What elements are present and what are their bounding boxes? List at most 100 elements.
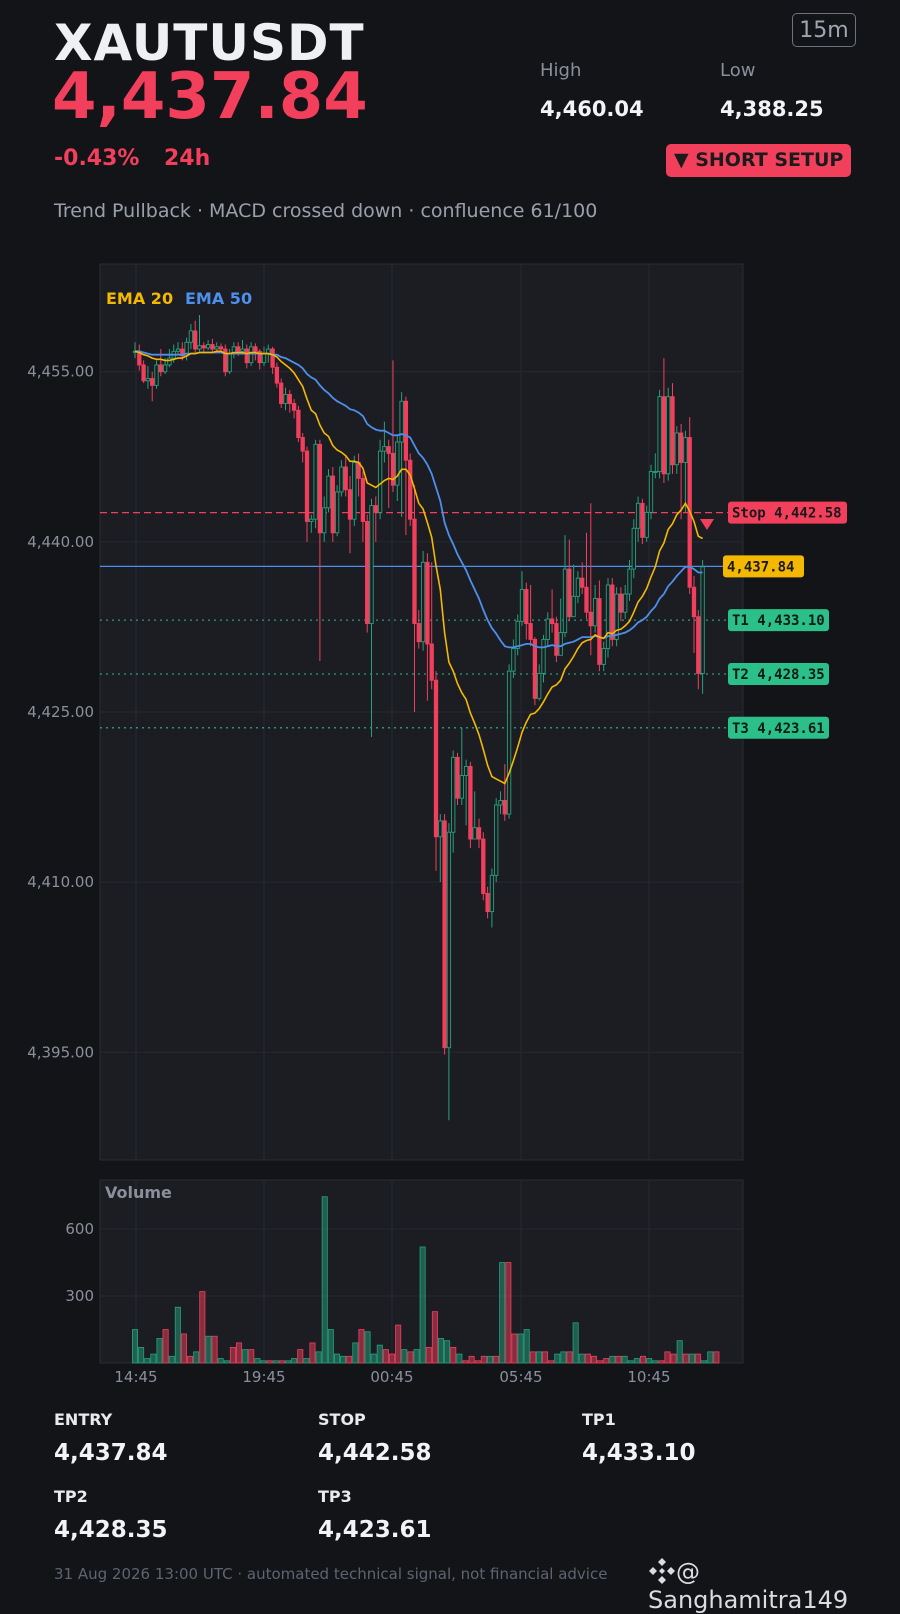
volume-bar — [621, 1355, 628, 1364]
bear-candle — [158, 364, 163, 373]
bear-candle — [403, 400, 409, 461]
entry-value: 4,437.84 — [54, 1440, 168, 1466]
bull-candle — [562, 568, 568, 634]
volume-bar — [566, 1351, 573, 1364]
bull-candle — [261, 353, 267, 364]
bear-candle — [610, 584, 615, 640]
volume-bar — [395, 1324, 402, 1364]
volume-bar — [138, 1346, 145, 1364]
volume-y-tick-label: 300 — [65, 1287, 94, 1305]
volume-bar — [321, 1196, 328, 1364]
bear-candle — [416, 623, 421, 643]
volume-bar — [242, 1349, 249, 1364]
bull-candle — [382, 446, 387, 452]
volume-bar — [352, 1342, 359, 1364]
tp2-value: 4,428.35 — [54, 1517, 168, 1543]
bear-candle — [317, 443, 323, 534]
bear-candle — [618, 593, 624, 613]
price-y-axis: 4,455.00 4,440.00 4,425.00 4,410.00 4,395.00 — [27, 363, 94, 1062]
bull-candle — [214, 346, 219, 350]
volume-bar — [260, 1360, 267, 1364]
bear-candle — [588, 611, 593, 627]
bull-candle — [648, 471, 654, 513]
bull-candle — [463, 765, 469, 776]
volume-bar — [431, 1311, 438, 1364]
bear-candle — [373, 505, 378, 513]
bull-candle — [644, 511, 649, 538]
bear-candle — [304, 450, 310, 522]
bull-candle — [283, 393, 288, 404]
time-tick-label: 19:45 — [242, 1368, 285, 1385]
tp3-value: 4,423.61 — [318, 1517, 432, 1543]
bull-candle — [519, 589, 525, 622]
bear-candle — [485, 893, 490, 913]
time-tick-label: 05:45 — [499, 1368, 542, 1385]
time-axis: 14:45 19:45 00:45 05:45 10:45 — [114, 1368, 670, 1385]
bear-candle — [696, 616, 701, 674]
bull-candle — [154, 364, 159, 386]
timeframe-button[interactable]: 15m — [792, 13, 856, 47]
high-value: 4,460.04 — [540, 97, 644, 121]
bull-candle — [537, 672, 542, 699]
volume-bar — [156, 1338, 163, 1364]
bull-candle — [377, 450, 383, 513]
bear-candle — [476, 827, 482, 840]
volume-bar — [633, 1358, 640, 1364]
volume-bar — [529, 1351, 536, 1364]
bull-candle — [511, 648, 516, 672]
volume-y-axis: 600 300 — [65, 1220, 94, 1305]
bear-candle — [691, 586, 697, 618]
bear-candle — [343, 466, 348, 491]
bull-candle — [515, 620, 520, 649]
bear-candle — [580, 577, 585, 588]
bear-candle — [386, 446, 391, 454]
bear-candle — [640, 502, 645, 538]
bull-candle — [541, 638, 546, 674]
bull-candle — [205, 344, 211, 349]
price-y-tick-label: 4,425.00 — [27, 703, 94, 721]
volume-bar — [615, 1355, 622, 1364]
volume-bar — [560, 1351, 567, 1364]
bear-candle — [210, 344, 215, 350]
bull-candle — [614, 593, 619, 640]
volume-bar — [450, 1346, 457, 1364]
volume-bar — [695, 1353, 702, 1364]
volume-bar — [229, 1346, 236, 1364]
volume-bar — [284, 1360, 291, 1364]
bull-candle — [188, 330, 194, 343]
bear-candle — [347, 489, 353, 520]
volume-bar — [603, 1358, 610, 1364]
volume-bar — [462, 1360, 469, 1364]
bear-candle — [390, 452, 396, 486]
bear-candle — [279, 382, 284, 404]
volume-bar — [523, 1329, 530, 1364]
current-price: 4,437.84 — [52, 60, 368, 134]
bull-candle — [623, 593, 628, 613]
volume-bar — [333, 1353, 340, 1364]
volume-bar — [223, 1360, 230, 1364]
volume-bar — [639, 1355, 646, 1364]
volume-bar — [327, 1329, 334, 1364]
price-change: -0.43% — [54, 146, 140, 171]
volume-bar — [707, 1351, 714, 1364]
bear-candle — [502, 800, 507, 815]
bear-candle — [425, 561, 430, 645]
change-period: 24h — [164, 146, 211, 171]
volume-bar — [688, 1353, 695, 1364]
volume-bar — [591, 1355, 598, 1364]
bull-candle — [459, 775, 464, 799]
bear-candle — [236, 346, 241, 352]
bear-candle — [360, 477, 366, 522]
bull-candle — [657, 396, 662, 473]
bear-candle — [532, 638, 538, 699]
bull-candle — [420, 561, 426, 643]
volume-bar — [444, 1340, 451, 1364]
volume-bar — [180, 1333, 187, 1364]
volume-bar — [297, 1349, 304, 1364]
bear-candle — [433, 679, 439, 838]
entry-label: ENTRY — [54, 1410, 113, 1429]
volume-bar — [652, 1360, 659, 1364]
volume-bar — [437, 1338, 444, 1364]
bull-candle — [666, 396, 671, 475]
volume-bar — [480, 1355, 487, 1364]
